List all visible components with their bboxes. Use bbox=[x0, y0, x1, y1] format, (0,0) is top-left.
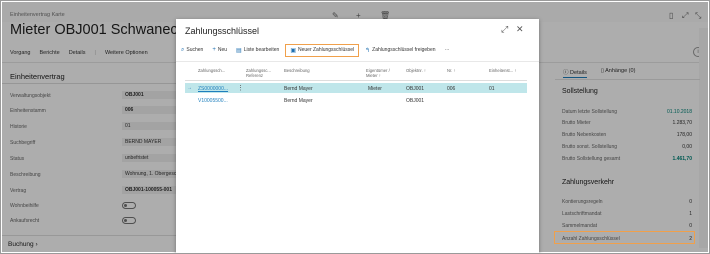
release-payment-key-button[interactable]: ↰ Zahlungsschlüssel freigeben bbox=[365, 47, 435, 54]
more-label: ··· bbox=[444, 47, 450, 53]
column-header-objektnr[interactable]: Objektnr. ↑ bbox=[406, 68, 426, 73]
close-icon[interactable]: ✕ bbox=[516, 24, 524, 35]
column-header-referenz[interactable]: Zahlungssc... Referenz bbox=[246, 68, 278, 78]
edit-list-button[interactable]: ▤ Liste bearbeiten bbox=[236, 47, 279, 54]
list-edit-icon: ▤ bbox=[236, 47, 242, 54]
row-actions-icon[interactable]: ⋮ bbox=[237, 84, 244, 92]
dialog-title: Zahlungsschlüssel bbox=[185, 26, 260, 36]
table-row[interactable]: V10005500... Bernd Mayer OBJ001 bbox=[185, 95, 527, 105]
cell-description: Bernd Mayer bbox=[284, 97, 313, 104]
new-label: Neu bbox=[217, 47, 228, 53]
column-header-beschreibung[interactable]: Beschreibung bbox=[284, 68, 310, 73]
edit-list-label: Liste bearbeiten bbox=[243, 47, 280, 53]
search-button[interactable]: ⌕ Suchen bbox=[181, 47, 203, 54]
dialog-action-bar: ⌕ Suchen + Neu ▤ Liste bearbeiten ▣ Neuer Za… bbox=[181, 43, 459, 57]
plus-icon: + bbox=[212, 47, 216, 53]
window-frame: Einheitenvertrag Karte ✎ + 🗑 ▯ ⤢ ⤡ Miete… bbox=[0, 0, 710, 254]
column-header-zahlungsschluessel[interactable]: Zahlungssch... bbox=[198, 68, 225, 73]
cell-role: Mieter bbox=[368, 85, 382, 92]
search-label: Suchen bbox=[186, 47, 204, 53]
highlight-box-anzahl bbox=[554, 231, 695, 244]
cell-description: Bernd Mayer bbox=[284, 85, 313, 92]
new-payment-key-label: Neuer Zahlungsschlüssel bbox=[297, 47, 355, 53]
selected-row-arrow-icon: → bbox=[187, 84, 192, 91]
column-header-eigentuemer-mieter[interactable]: Eigentümer / Mieter ↑ bbox=[366, 68, 394, 78]
column-header-einheitenstamm[interactable]: Einheitenst... ↑ bbox=[489, 68, 523, 73]
cell-nr: 006 bbox=[447, 85, 456, 92]
table-header-divider bbox=[185, 80, 527, 81]
release-icon: ↰ bbox=[365, 47, 371, 54]
cell-key[interactable]: ZS0000000... bbox=[198, 86, 228, 92]
column-header-nr[interactable]: Nr. ↑ bbox=[447, 68, 456, 73]
dialog-divider bbox=[176, 61, 539, 62]
new-payment-key-button[interactable]: ▣ Neuer Zahlungsschlüssel bbox=[285, 43, 360, 57]
table-row[interactable]: → ZS0000000... ⋮ Bernd Mayer Mieter OBJ0… bbox=[185, 83, 527, 93]
more-options-button[interactable]: ··· bbox=[445, 47, 450, 53]
expand-icon[interactable]: ⤢ bbox=[501, 24, 508, 35]
new-button[interactable]: + Neu bbox=[212, 47, 227, 53]
new-document-icon: ▣ bbox=[290, 47, 296, 54]
release-label: Zahlungsschlüssel freigeben bbox=[372, 47, 436, 53]
search-icon: ⌕ bbox=[181, 46, 185, 53]
cell-object: OBJ001 bbox=[406, 85, 425, 92]
cell-key[interactable]: V10005500... bbox=[198, 98, 228, 104]
cell-unit: 01 bbox=[489, 85, 495, 92]
zahlungsschluessel-dialog: Zahlungsschlüssel ⤢ ✕ ⌕ Suchen + Neu ▤ List… bbox=[176, 19, 539, 253]
cell-object: OBJ001 bbox=[406, 97, 425, 104]
